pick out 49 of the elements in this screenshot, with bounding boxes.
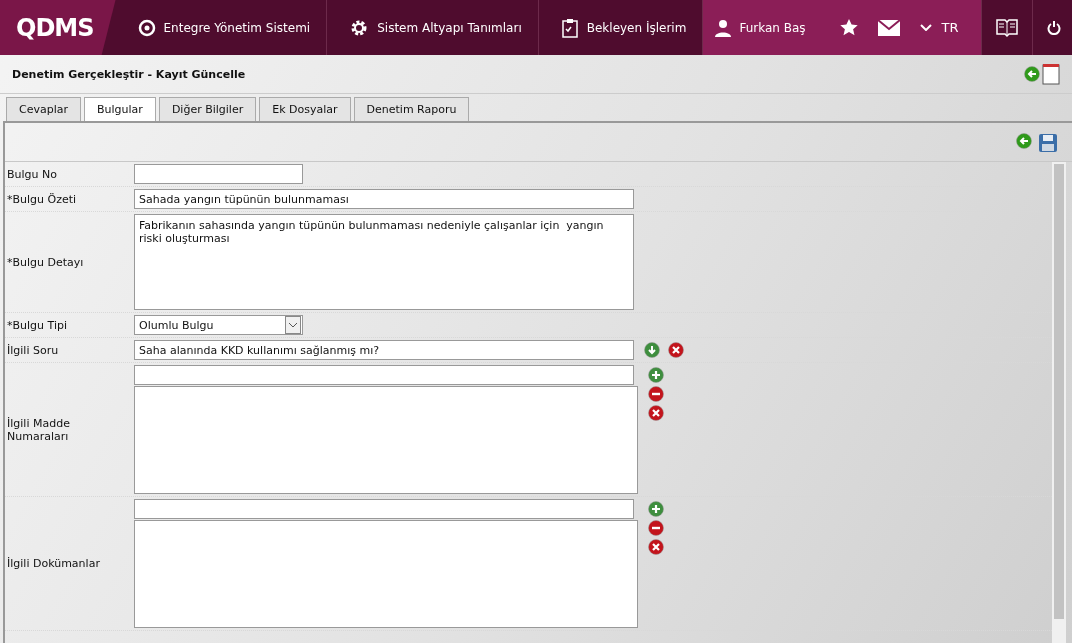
field-label: *Bulgu Özeti xyxy=(6,191,78,208)
notepad-icon[interactable] xyxy=(1042,63,1060,85)
page-title: Denetim Gerçekleştir - Kayıt Güncelle xyxy=(12,67,246,81)
field-label: İlgili Madde Numaraları xyxy=(6,415,71,445)
back-icon[interactable] xyxy=(1016,133,1032,149)
nav-item[interactable]: Sistem Altyapı Tanımları xyxy=(377,20,522,35)
input-field[interactable]: Saha alanında KKD kullanımı sağlanmış mı? xyxy=(134,340,634,360)
back-icon[interactable] xyxy=(1024,66,1040,82)
tab[interactable]: Cevaplar xyxy=(6,97,81,121)
target-icon xyxy=(137,18,156,37)
chevron-icon[interactable] xyxy=(285,316,301,334)
star-icon[interactable] xyxy=(839,19,858,36)
book-icon[interactable] xyxy=(995,17,1018,38)
clipboard-icon xyxy=(560,17,579,38)
clear-icon[interactable] xyxy=(648,539,664,555)
tab[interactable]: Bulgular xyxy=(84,97,156,121)
field-label: *Bulgu Detayı xyxy=(6,254,85,271)
clear-icon[interactable] xyxy=(648,405,664,421)
mail-icon[interactable] xyxy=(877,19,900,36)
field-label: İlgili Dokümanlar xyxy=(6,556,101,572)
nav-item[interactable]: Bekleyen İşlerim xyxy=(586,20,687,35)
text-area[interactable]: Fabrikanın sahasında yangın tüpünün bulunmaması nedeniyle çalışanlar için yangın riski oluşturması xyxy=(134,214,634,310)
language-selector[interactable]: TR xyxy=(941,20,959,35)
remove-icon[interactable] xyxy=(648,386,664,402)
nav-item[interactable]: Entegre Yönetim Sistemi xyxy=(163,20,311,35)
scrollbar-thumb[interactable] xyxy=(1054,164,1064,619)
tab[interactable]: Denetim Raporu xyxy=(353,97,470,121)
add-icon[interactable] xyxy=(648,501,664,517)
input-field[interactable]: Sahada yangın tüpünün bulunmaması xyxy=(134,189,634,209)
field-label: *Bulgu Tipi xyxy=(6,317,68,334)
input-field[interactable] xyxy=(134,499,634,519)
field-label: İlgili Soru xyxy=(6,342,60,359)
field-label: Bulgu No xyxy=(6,166,58,183)
tab[interactable]: Diğer Bilgiler xyxy=(158,97,257,121)
power-icon[interactable] xyxy=(1046,20,1061,35)
remove-icon[interactable] xyxy=(648,520,664,536)
list-box[interactable] xyxy=(134,520,638,628)
input-field[interactable] xyxy=(134,365,634,385)
save-icon[interactable] xyxy=(1038,133,1058,153)
tab[interactable]: Ek Dosyalar xyxy=(259,97,351,121)
logo[interactable]: QDMS xyxy=(0,0,116,55)
user-name[interactable]: Furkan Baş xyxy=(739,20,806,35)
clear-icon[interactable] xyxy=(668,342,684,358)
scrollbar[interactable] xyxy=(1052,162,1066,643)
dropdown[interactable]: Olumlu Bulgu xyxy=(134,315,303,335)
add-icon[interactable] xyxy=(648,367,664,383)
input-field[interactable] xyxy=(134,164,303,184)
list-box[interactable] xyxy=(134,386,638,494)
user-icon xyxy=(715,18,732,37)
